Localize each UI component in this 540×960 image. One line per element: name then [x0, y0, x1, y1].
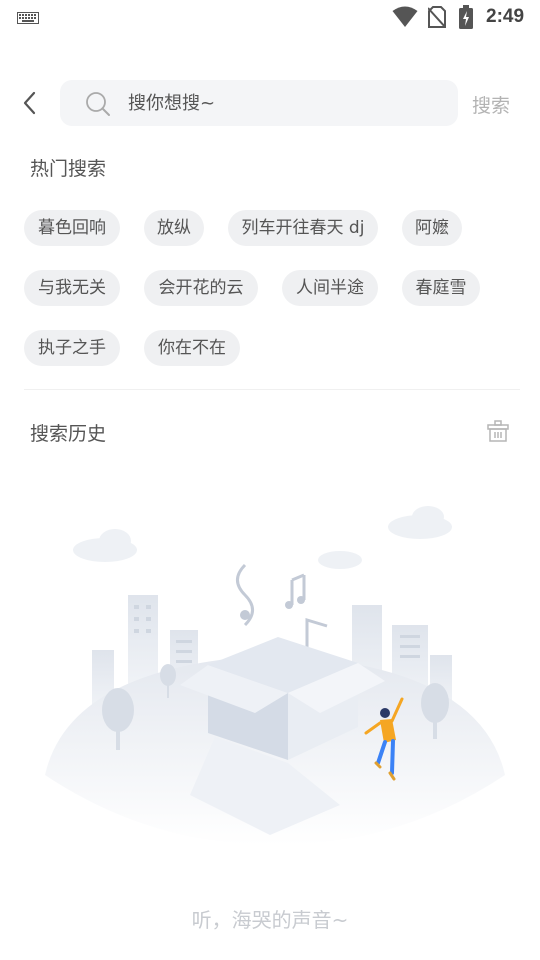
keyboard-icon	[17, 12, 39, 24]
hot-search-chip[interactable]: 执子之手	[24, 330, 120, 366]
hot-search-title: 热门搜索	[30, 158, 107, 180]
wifi-icon	[392, 6, 418, 27]
hot-search-chip[interactable]: 阿嬷	[402, 210, 462, 246]
search-icon	[86, 92, 110, 116]
section-divider	[24, 389, 520, 390]
status-bar: 2:49	[0, 0, 540, 36]
hot-search-chip[interactable]: 会开花的云	[144, 270, 258, 306]
hot-search-chip[interactable]: 你在不在	[144, 330, 240, 366]
hot-search-chip[interactable]: 人间半途	[282, 270, 378, 306]
no-sim-icon	[428, 6, 446, 28]
battery-charging-icon	[459, 5, 473, 29]
hot-search-chip[interactable]: 暮色回响	[24, 210, 120, 246]
hot-search-chip[interactable]: 放纵	[144, 210, 204, 246]
hot-search-chip[interactable]: 春庭雪	[402, 270, 480, 306]
empty-history-illustration	[45, 506, 505, 845]
status-time: 2:49	[486, 6, 525, 27]
search-box[interactable]	[60, 80, 458, 126]
hot-search-chip[interactable]: 列车开往春天 dj	[228, 210, 378, 246]
trash-icon[interactable]	[486, 420, 510, 442]
search-history-title: 搜索历史	[30, 423, 107, 445]
empty-history-text: 听，海哭的声音~	[191, 908, 349, 932]
search-button[interactable]: 搜索	[472, 91, 510, 118]
hot-search-chip[interactable]: 与我无关	[24, 270, 120, 306]
search-input[interactable]	[128, 91, 438, 115]
chevron-left-icon[interactable]	[18, 88, 42, 118]
